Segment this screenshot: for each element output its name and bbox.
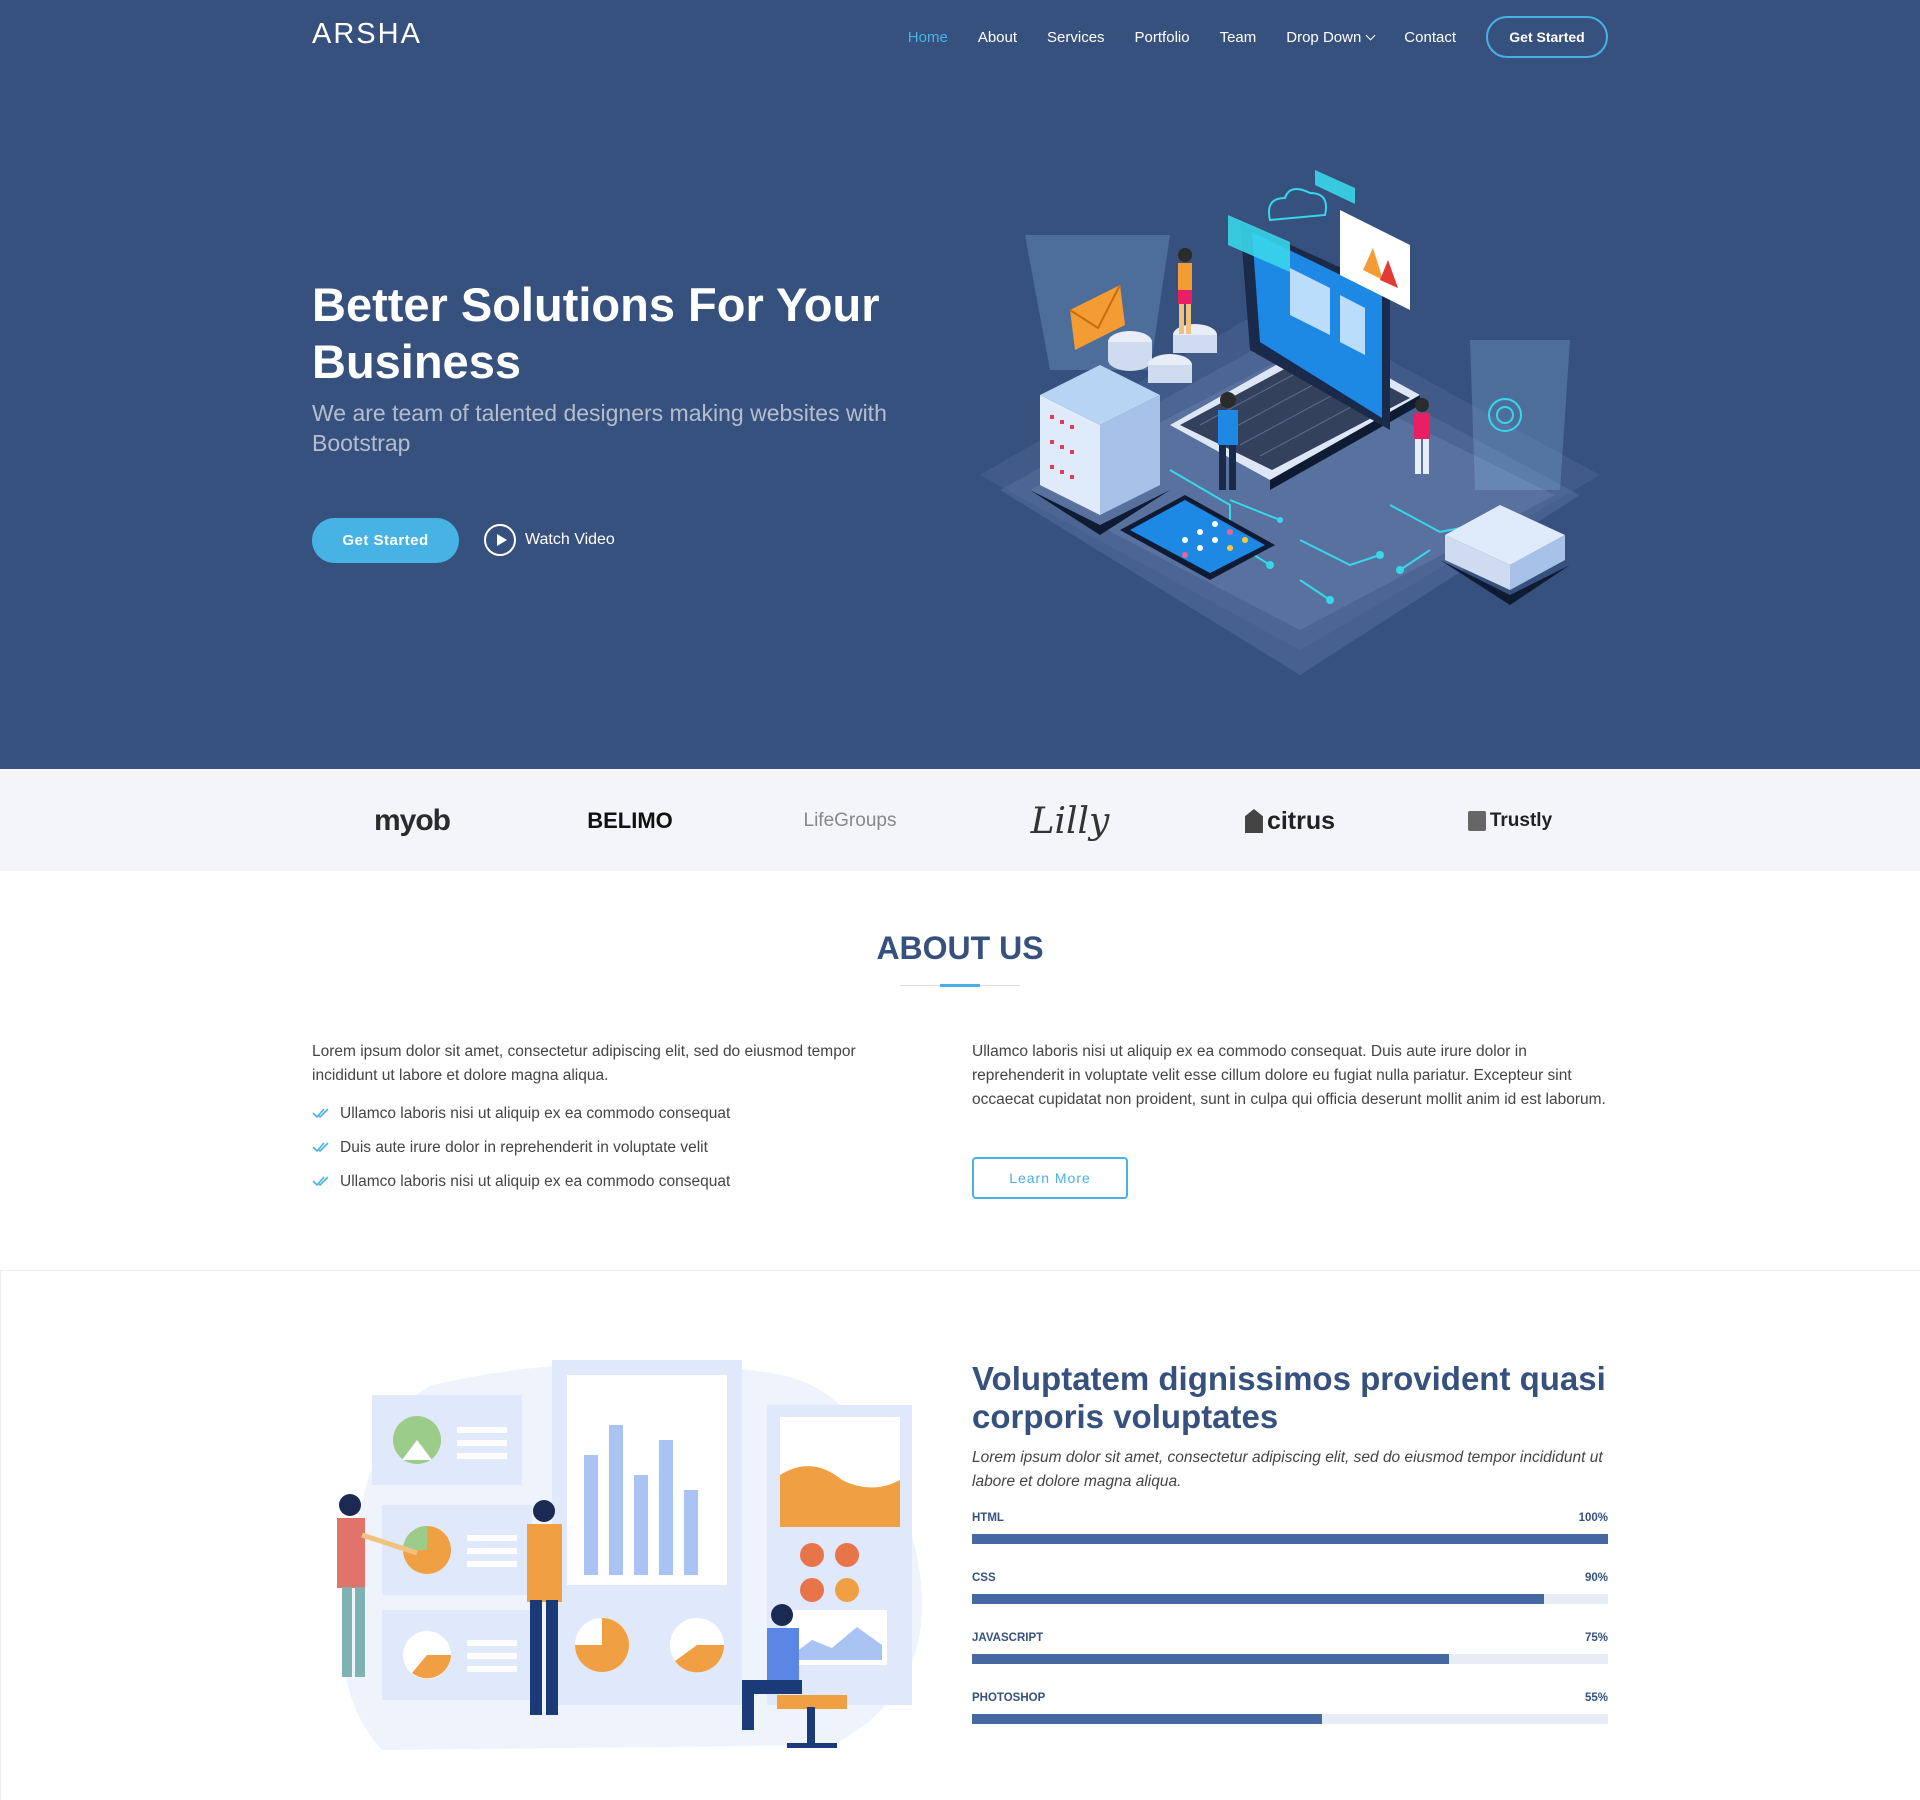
hero-illustration [980,170,1600,675]
chevron-down-icon [1365,30,1376,40]
hero-title: Better Solutions For Your Business [312,278,880,388]
progress-fill [972,1714,1322,1724]
section-border-left [0,1270,1,1800]
progress-track [972,1714,1608,1724]
list-item: Ullamco laboris nisi ut aliquip ex ea co… [312,1170,912,1204]
hero-subtitle: We are team of talented designers making… [312,400,887,456]
nav-portfolio[interactable]: Portfolio [1135,29,1190,46]
progress-track [972,1654,1608,1664]
skill-name: JAVASCRIPT [972,1632,1044,1644]
logo[interactable]: ARSHA [312,18,422,51]
double-check-icon [312,1108,329,1119]
watch-video-label: Watch Video [525,531,615,548]
nav-services[interactable]: Services [1047,29,1105,46]
nav-about-label: About [977,28,1018,46]
nav-menu: Home About Services Portfolio Team Drop … [878,16,1608,58]
title-accent-bar [940,984,980,987]
navbar: ARSHA Home About Services Portfolio Team… [312,16,1608,58]
list-item-text: Ullamco laboris nisi ut aliquip ex ea co… [340,1105,731,1122]
client-logo-lifegroups: LifeGroups [803,810,897,831]
hero-get-started-button[interactable]: Get Started [312,518,459,563]
watch-video-link[interactable]: Watch Video [484,524,615,556]
progress-fill [972,1654,1449,1664]
skill-name: HTML [972,1512,1004,1524]
play-circle-icon [484,524,516,556]
double-check-icon [312,1142,329,1153]
about-title: ABOUT US [876,930,1044,966]
nav-team-label: Team [1219,28,1257,46]
client-logo-belimo: BELIMO [587,808,673,833]
skill-name: PHOTOSHOP [972,1692,1046,1704]
client-logo-lilly: Lilly [1030,800,1110,842]
double-check-icon [312,1176,329,1187]
about-checklist: Ullamco laboris nisi ut aliquip ex ea co… [312,1102,912,1204]
skill-percent: 55% [1584,1692,1608,1704]
nav-contact[interactable]: Contact [1404,29,1456,46]
nav-dropdown[interactable]: Drop Down [1286,28,1376,46]
learn-more-button[interactable]: Learn More [972,1157,1128,1199]
progress-fill [972,1594,1545,1604]
nav-about[interactable]: About [978,29,1017,46]
nav-get-started-button[interactable]: Get Started [1486,16,1608,58]
nav-home[interactable]: Home [908,29,948,46]
list-item-text: Duis aute irure dolor in reprehenderit i… [340,1139,708,1156]
nav-home-label: Home [907,28,948,46]
client-logo-trustly: Trustly [1430,799,1590,843]
progress-track [972,1534,1608,1544]
trustly-bag-icon [1467,811,1486,831]
clients-strip: myob BELIMO LifeGroups Lilly citrus Trus… [0,769,1920,871]
skill-percent: 100% [1578,1512,1608,1524]
section-divider [0,1270,1920,1271]
skill-bar-css: CSS 90% [972,1572,1608,1608]
skill-bar-javascript: JAVASCRIPT 75% [972,1632,1608,1668]
client-logo-myob: myob [373,804,451,837]
nav-dropdown-label: Drop Down [1286,28,1362,46]
client-logo-citrus: citrus [1210,799,1370,843]
about-intro-text: Lorem ipsum dolor sit amet, consectetur … [312,1043,856,1084]
progress-fill [972,1534,1608,1544]
nav-team[interactable]: Team [1220,29,1257,46]
skill-bar-photoshop: PHOTOSHOP 55% [972,1692,1608,1728]
list-item: Ullamco laboris nisi ut aliquip ex ea co… [312,1102,912,1136]
nav-contact-label: Contact [1404,28,1456,46]
progress-track [972,1594,1608,1604]
citrus-mark-icon [1244,809,1263,833]
skill-name: CSS [972,1572,996,1584]
skill-percent: 75% [1584,1632,1608,1644]
hero-section: ARSHA Home About Services Portfolio Team… [0,0,1920,769]
nav-services-label: Services [1047,28,1105,46]
skills-illustration [337,1360,922,1750]
list-item: Duis aute irure dolor in reprehenderit i… [312,1136,912,1170]
skill-bar-html: HTML 100% [972,1512,1608,1548]
nav-portfolio-label: Portfolio [1134,28,1190,46]
list-item-text: Ullamco laboris nisi ut aliquip ex ea co… [340,1173,731,1190]
about-detail-text: Ullamco laboris nisi ut aliquip ex ea co… [972,1043,1606,1108]
skill-percent: 90% [1584,1572,1608,1584]
skills-subtitle: Lorem ipsum dolor sit amet, consectetur … [972,1449,1603,1490]
skills-title: Voluptatem dignissimos provident quasi c… [972,1360,1606,1435]
